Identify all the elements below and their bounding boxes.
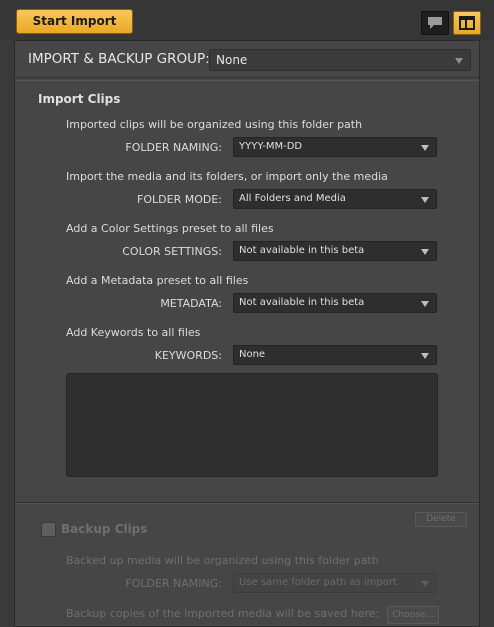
backup-folder-naming-select[interactable]: Use same folder path as import (233, 573, 437, 593)
metadata-label: METADATA: (160, 297, 222, 310)
chevron-down-icon (421, 197, 429, 203)
folder-mode-description: Import the media and its folders, or imp… (66, 170, 388, 183)
chevron-down-icon (421, 353, 429, 359)
metadata-value: Not available in this beta (239, 297, 365, 308)
keywords-label: KEYWORDS: (154, 349, 222, 362)
folder-naming-select[interactable]: YYYY-MM-DD (233, 137, 437, 157)
import-group-value: None (216, 53, 248, 67)
backup-folder-naming-description: Backed up media will be organized using … (66, 554, 379, 567)
start-import-button[interactable]: Start Import (16, 9, 133, 34)
folder-mode-select[interactable]: All Folders and Media (233, 189, 437, 209)
chevron-down-icon (455, 58, 463, 64)
chevron-down-icon (421, 249, 429, 255)
import-settings-panel: IMPORT & BACKUP GROUP: None Import Clips… (14, 40, 480, 627)
import-group-row: IMPORT & BACKUP GROUP: None (15, 41, 479, 78)
folder-naming-value: YYYY-MM-DD (239, 141, 303, 152)
metadata-select[interactable]: Not available in this beta (233, 293, 437, 313)
color-settings-description: Add a Color Settings preset to all files (66, 222, 274, 235)
layout-view-button[interactable] (453, 11, 481, 35)
color-settings-label: COLOR SETTINGS: (122, 245, 222, 258)
folder-mode-label: FOLDER MODE: (137, 193, 222, 206)
keywords-value: None (239, 349, 266, 360)
chevron-down-icon (421, 145, 429, 151)
folder-naming-description: Imported clips will be organized using t… (66, 118, 363, 131)
keywords-select[interactable]: None (233, 345, 437, 365)
color-settings-value: Not available in this beta (239, 245, 365, 256)
section-divider-highlight (15, 503, 479, 504)
backup-folder-naming-value: Use same folder path as import (239, 577, 397, 588)
chevron-down-icon (421, 301, 429, 307)
import-clips-title: Import Clips (38, 92, 121, 106)
chevron-down-icon (421, 581, 429, 587)
top-toolbar: Start Import (0, 0, 494, 40)
backup-clips-title: Backup Clips (61, 522, 148, 536)
section-divider (15, 80, 479, 81)
backup-clips-checkbox[interactable] (41, 522, 56, 537)
panel-layout-icon (459, 16, 475, 30)
comment-view-button[interactable] (421, 11, 449, 35)
import-group-select[interactable]: None (209, 49, 471, 71)
backup-location-description: Backup copies of the imported media will… (66, 607, 380, 620)
import-group-label: IMPORT & BACKUP GROUP: (28, 51, 210, 67)
color-settings-select[interactable]: Not available in this beta (233, 241, 437, 261)
folder-naming-label: FOLDER NAMING: (125, 141, 222, 154)
folder-mode-value: All Folders and Media (239, 193, 346, 204)
speech-bubble-icon (428, 17, 442, 29)
delete-backup-button[interactable]: Delete (415, 512, 467, 527)
keywords-description: Add Keywords to all files (66, 326, 201, 339)
backup-folder-naming-label: FOLDER NAMING: (125, 577, 222, 590)
choose-backup-location-button[interactable]: Choose... (387, 606, 439, 624)
metadata-description: Add a Metadata preset to all files (66, 274, 249, 287)
keywords-text-area[interactable] (66, 373, 438, 477)
scrollbar[interactable] (482, 40, 494, 627)
